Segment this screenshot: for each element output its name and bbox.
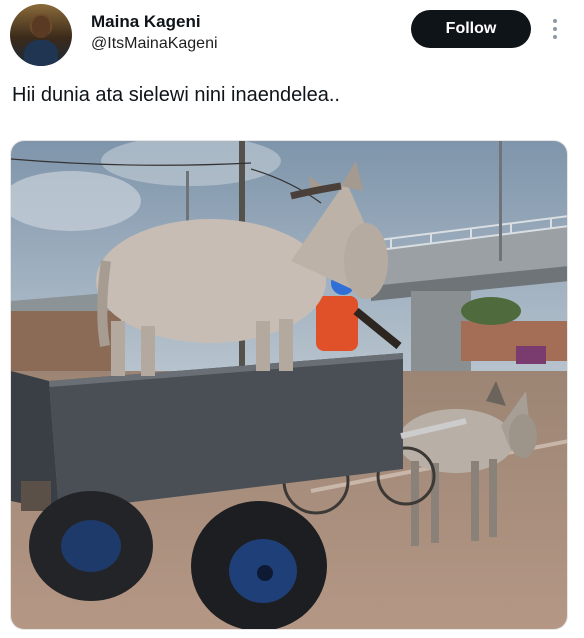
cart-wheel [29,491,153,601]
building [461,321,567,361]
more-options-icon[interactable] [546,14,564,44]
cart-wheel [191,501,327,629]
dot-icon [553,35,557,39]
author-name[interactable]: Maina Kageni [91,12,201,32]
tweet-text: Hii dunia ata sielewi nini inaendelea.. [12,84,340,106]
author-handle[interactable]: @ItsMainaKageni [91,35,218,53]
tweet-header: Maina Kageni @ItsMainaKageni Follow [0,0,584,70]
motorcycle [516,346,546,364]
avatar-shirt [24,40,58,66]
street-lamp [499,141,502,261]
tree [461,297,521,325]
dot-icon [553,27,557,31]
avatar-face [32,16,50,38]
donkey-cart-photo [11,141,567,629]
dot-icon [553,19,557,23]
avatar[interactable] [10,4,72,66]
tweet-photo[interactable] [10,140,568,630]
follow-button[interactable]: Follow [411,10,531,48]
